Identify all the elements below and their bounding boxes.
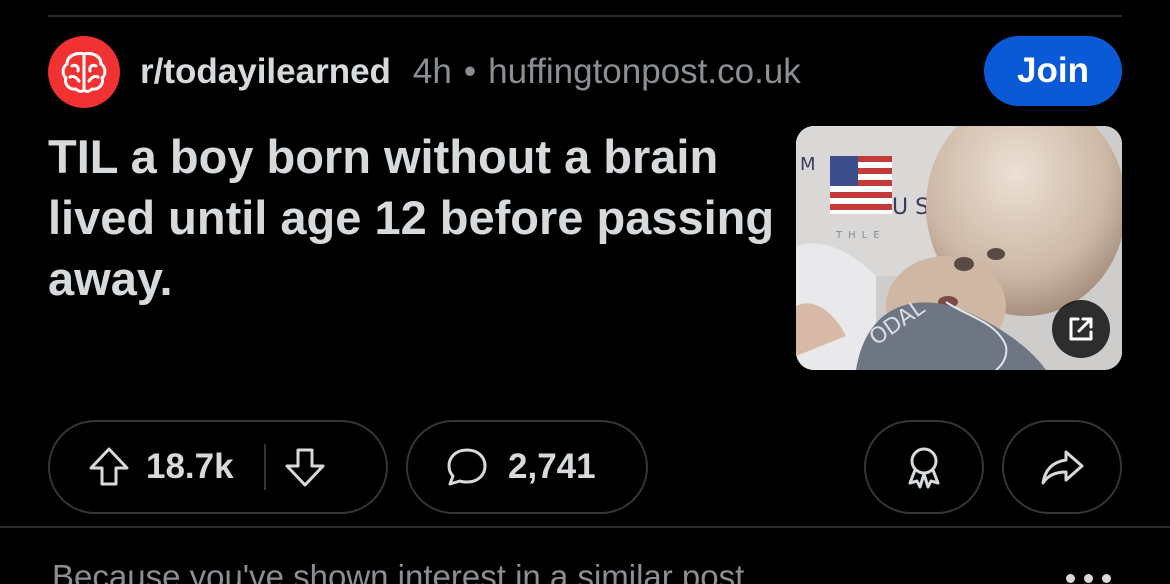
dot — [1084, 574, 1093, 583]
upvote-count: 18.7k — [146, 447, 234, 486]
post-thumbnail[interactable]: M U S THLE ODAL — [796, 126, 1122, 370]
vote-separator — [263, 444, 266, 490]
subreddit-icon[interactable] — [48, 36, 120, 108]
svg-text:U S: U S — [892, 195, 929, 220]
dot — [1102, 574, 1111, 583]
brain-icon — [61, 52, 107, 93]
vote-control: 18.7k — [48, 420, 388, 514]
comments-button[interactable]: 2,741 — [406, 420, 648, 514]
post-title[interactable]: TIL a boy born without a brain lived unt… — [48, 126, 778, 309]
svg-text:THLE: THLE — [835, 230, 886, 241]
subreddit-name[interactable]: r/todayilearned — [140, 52, 391, 92]
top-divider — [48, 15, 1122, 17]
post-age: 4h — [412, 52, 452, 91]
award-button[interactable] — [864, 420, 984, 514]
downvote-button[interactable] — [282, 444, 328, 490]
share-icon — [1041, 450, 1084, 485]
comment-icon-wrap — [444, 444, 490, 490]
feed: r/todayilearned 4h • huffingtonpost.co.u… — [0, 0, 1170, 584]
award-icon — [908, 447, 940, 489]
comment-icon — [447, 448, 487, 486]
svg-text:M: M — [800, 154, 816, 175]
dot — [1066, 574, 1075, 583]
open-external-icon — [1069, 317, 1093, 341]
share-button[interactable] — [1002, 420, 1122, 514]
meta-separator: • — [463, 52, 477, 91]
downvote-icon — [285, 448, 325, 487]
more-options-icon[interactable] — [1066, 574, 1111, 583]
post-domain[interactable]: huffingtonpost.co.uk — [488, 52, 801, 92]
upvote-button[interactable] — [86, 444, 132, 490]
post-header: r/todayilearned 4h • huffingtonpost.co.u… — [48, 36, 1122, 108]
post-divider — [0, 526, 1170, 528]
recommendation-reason: Because you've shown interest in a simil… — [52, 558, 745, 584]
upvote-icon — [89, 447, 129, 486]
comment-count: 2,741 — [508, 447, 596, 486]
open-external-button[interactable] — [1052, 300, 1110, 358]
join-button[interactable]: Join — [984, 36, 1122, 106]
post-meta: r/todayilearned 4h • huffingtonpost.co.u… — [140, 50, 801, 94]
